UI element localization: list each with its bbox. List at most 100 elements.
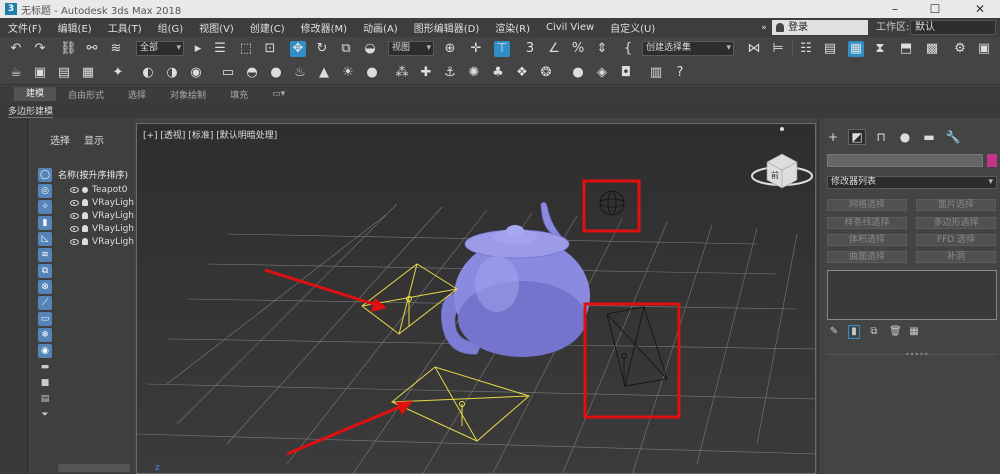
undo-icon[interactable]: ↶ <box>8 41 24 57</box>
rect-selection-icon[interactable]: ⬚ <box>238 41 254 57</box>
bind-spacewarp-icon[interactable]: ≋ <box>108 41 124 57</box>
menu-graph-editors[interactable]: 图形编辑器(D) <box>406 20 488 35</box>
vray-material-icon[interactable]: ◈ <box>594 65 610 81</box>
explorer-horizontal-scrollbar[interactable] <box>58 464 130 472</box>
light-lister-icon[interactable]: ✦ <box>110 65 126 81</box>
vray-cone-icon[interactable]: ▲ <box>316 65 332 81</box>
filter-cameras-icon[interactable]: ▮ <box>38 216 52 230</box>
filter-geometry-icon[interactable]: ◯ <box>38 168 52 182</box>
ribbon-sub-label[interactable]: 多边形建模 <box>8 104 54 118</box>
utilities-tab-icon[interactable]: 🔧 <box>945 130 961 144</box>
vray-settings-icon[interactable]: ▤ <box>56 65 72 81</box>
menu-animation[interactable]: 动画(A) <box>355 20 406 35</box>
display-none-icon[interactable]: ■ <box>38 376 52 390</box>
filter-hidden-icon[interactable]: ◉ <box>38 344 52 358</box>
filter-lights-icon[interactable]: ✧ <box>38 200 52 214</box>
menu-tools[interactable]: 工具(T) <box>100 20 150 35</box>
vray-convert-icon[interactable]: ◘ <box>618 65 634 81</box>
configure-modifier-sets-icon[interactable]: ▦ <box>909 326 919 338</box>
visibility-eye-icon[interactable] <box>70 186 79 193</box>
vray-scatter-icon[interactable]: ✺ <box>466 65 482 81</box>
viewcube[interactable]: 前 <box>751 127 813 189</box>
ribbon-tab-selection[interactable]: 选择 <box>116 88 158 101</box>
teapot-render-icon[interactable]: ☕ <box>8 65 24 81</box>
material-editor-icon[interactable]: ▩ <box>924 41 940 57</box>
reference-coordinate-select[interactable]: 视图 <box>388 41 434 56</box>
teapot-object[interactable] <box>440 202 590 357</box>
make-unique-icon[interactable]: ⧉ <box>869 326 879 338</box>
viewport-scene[interactable]: 前 z <box>137 124 816 474</box>
create-tab-icon[interactable]: + <box>825 130 841 144</box>
object-color-swatch[interactable] <box>987 154 997 167</box>
menu-file[interactable]: 文件(F) <box>0 20 50 35</box>
show-end-result-icon[interactable]: ▮ <box>848 325 860 339</box>
patch-select-button[interactable]: 面片选择 <box>916 199 996 211</box>
menu-group[interactable]: 组(G) <box>150 20 192 35</box>
unlink-icon[interactable]: ⚯ <box>84 41 100 57</box>
curve-editor-icon[interactable]: ⧗ <box>872 41 888 57</box>
rendered-frame-window-icon[interactable]: ▣ <box>976 41 992 57</box>
vray-dome-icon[interactable]: ◓ <box>244 65 260 81</box>
snaps-toggle-icon[interactable]: 3 <box>522 41 538 57</box>
explorer-tab-display[interactable]: 显示 <box>84 132 104 147</box>
vray-ies-icon[interactable]: ◉ <box>188 65 204 81</box>
toggle-ribbon-icon[interactable]: ▤ <box>822 41 838 57</box>
vray-material-ball-icon[interactable]: ● <box>570 65 586 81</box>
display-tab-icon[interactable]: ▬ <box>921 130 937 144</box>
layer-explorer-icon[interactable]: ☷ <box>798 41 814 57</box>
poly-select-button[interactable]: 多边形选择 <box>916 217 996 229</box>
ribbon-tab-modeling[interactable]: 建模 <box>14 87 57 101</box>
display-all-icon[interactable]: ▬ <box>38 360 52 374</box>
invert-display-icon[interactable]: ▤ <box>38 392 52 406</box>
vray-lister-icon[interactable]: ▦ <box>80 65 96 81</box>
visibility-eye-icon[interactable] <box>70 225 79 232</box>
filter-helpers-icon[interactable]: ◺ <box>38 232 52 246</box>
menu-edit[interactable]: 编辑(E) <box>50 20 100 35</box>
hierarchy-tab-icon[interactable]: ⊓ <box>873 130 889 144</box>
cap-holes-button[interactable]: 补洞 <box>916 251 996 263</box>
angle-snap-icon[interactable]: ∠ <box>546 41 562 57</box>
select-by-name-icon[interactable]: ☰ <box>212 41 228 57</box>
spline-select-button[interactable]: 样条线选择 <box>827 217 907 229</box>
vray-sphere-icon[interactable]: ● <box>268 65 284 81</box>
keyboard-shortcut-override-icon[interactable]: ⊤ <box>494 41 510 57</box>
surface-select-button[interactable]: 曲面选择 <box>827 251 907 263</box>
vray-scene-icon[interactable]: ▥ <box>648 65 664 81</box>
modifier-list-select[interactable]: 修改器列表 <box>827 176 997 189</box>
window-crossing-icon[interactable]: ⊡ <box>262 41 278 57</box>
percent-snap-icon[interactable]: % <box>570 41 586 57</box>
link-icon[interactable]: ⛓ <box>60 41 77 57</box>
spinner-snap-icon[interactable]: ⇕ <box>594 41 610 57</box>
perspective-viewport[interactable]: 前 z [+] [透视] [标准] [默认明暗处理] <box>136 123 816 474</box>
volume-select-button[interactable]: 体积选择 <box>827 234 907 246</box>
list-item[interactable]: VRayLigh <box>70 209 135 222</box>
visibility-eye-icon[interactable] <box>70 212 79 219</box>
double-arrow-icon[interactable]: » <box>756 20 772 36</box>
explorer-tab-select[interactable]: 选择 <box>50 132 70 147</box>
ribbon-tab-populate[interactable]: 填充 <box>218 88 260 101</box>
vray-mesh-icon[interactable]: ❖ <box>514 65 530 81</box>
list-item[interactable]: VRayLigh <box>70 196 135 209</box>
named-selection-set-select[interactable]: 创建选择集 <box>642 41 734 56</box>
select-object-icon[interactable]: ▸ <box>190 41 206 57</box>
vray-light-bottom[interactable] <box>391 366 531 442</box>
vray-light-icon[interactable]: ◑ <box>164 65 180 81</box>
vray-grass-icon[interactable]: ♣ <box>490 65 506 81</box>
render-setup-icon[interactable]: ⚙ <box>952 41 968 57</box>
vray-clipper-icon[interactable]: ⚓ <box>442 65 458 81</box>
workspace-select[interactable]: 默认 <box>910 20 996 35</box>
minimize-button[interactable]: – <box>880 0 910 18</box>
vray-decal-icon[interactable]: ❂ <box>538 65 554 81</box>
list-item[interactable]: VRayLigh <box>70 235 135 248</box>
schematic-view-icon[interactable]: ⬒ <box>898 41 914 57</box>
filter-groups-icon[interactable]: ⧉ <box>38 264 52 278</box>
select-move-icon[interactable]: ✥ <box>290 41 306 57</box>
filter-shapes-icon[interactable]: ◎ <box>38 184 52 198</box>
redo-icon[interactable]: ↷ <box>32 41 48 57</box>
select-manipulate-icon[interactable]: ✛ <box>468 41 484 57</box>
visibility-eye-icon[interactable] <box>70 199 79 206</box>
select-scale-icon[interactable]: ⧉ <box>338 41 354 57</box>
vray-instancer-icon[interactable]: ✚ <box>418 65 434 81</box>
remove-modifier-icon[interactable]: 🗑 <box>889 326 902 338</box>
filter-frozen-icon[interactable]: ❄ <box>38 328 52 342</box>
